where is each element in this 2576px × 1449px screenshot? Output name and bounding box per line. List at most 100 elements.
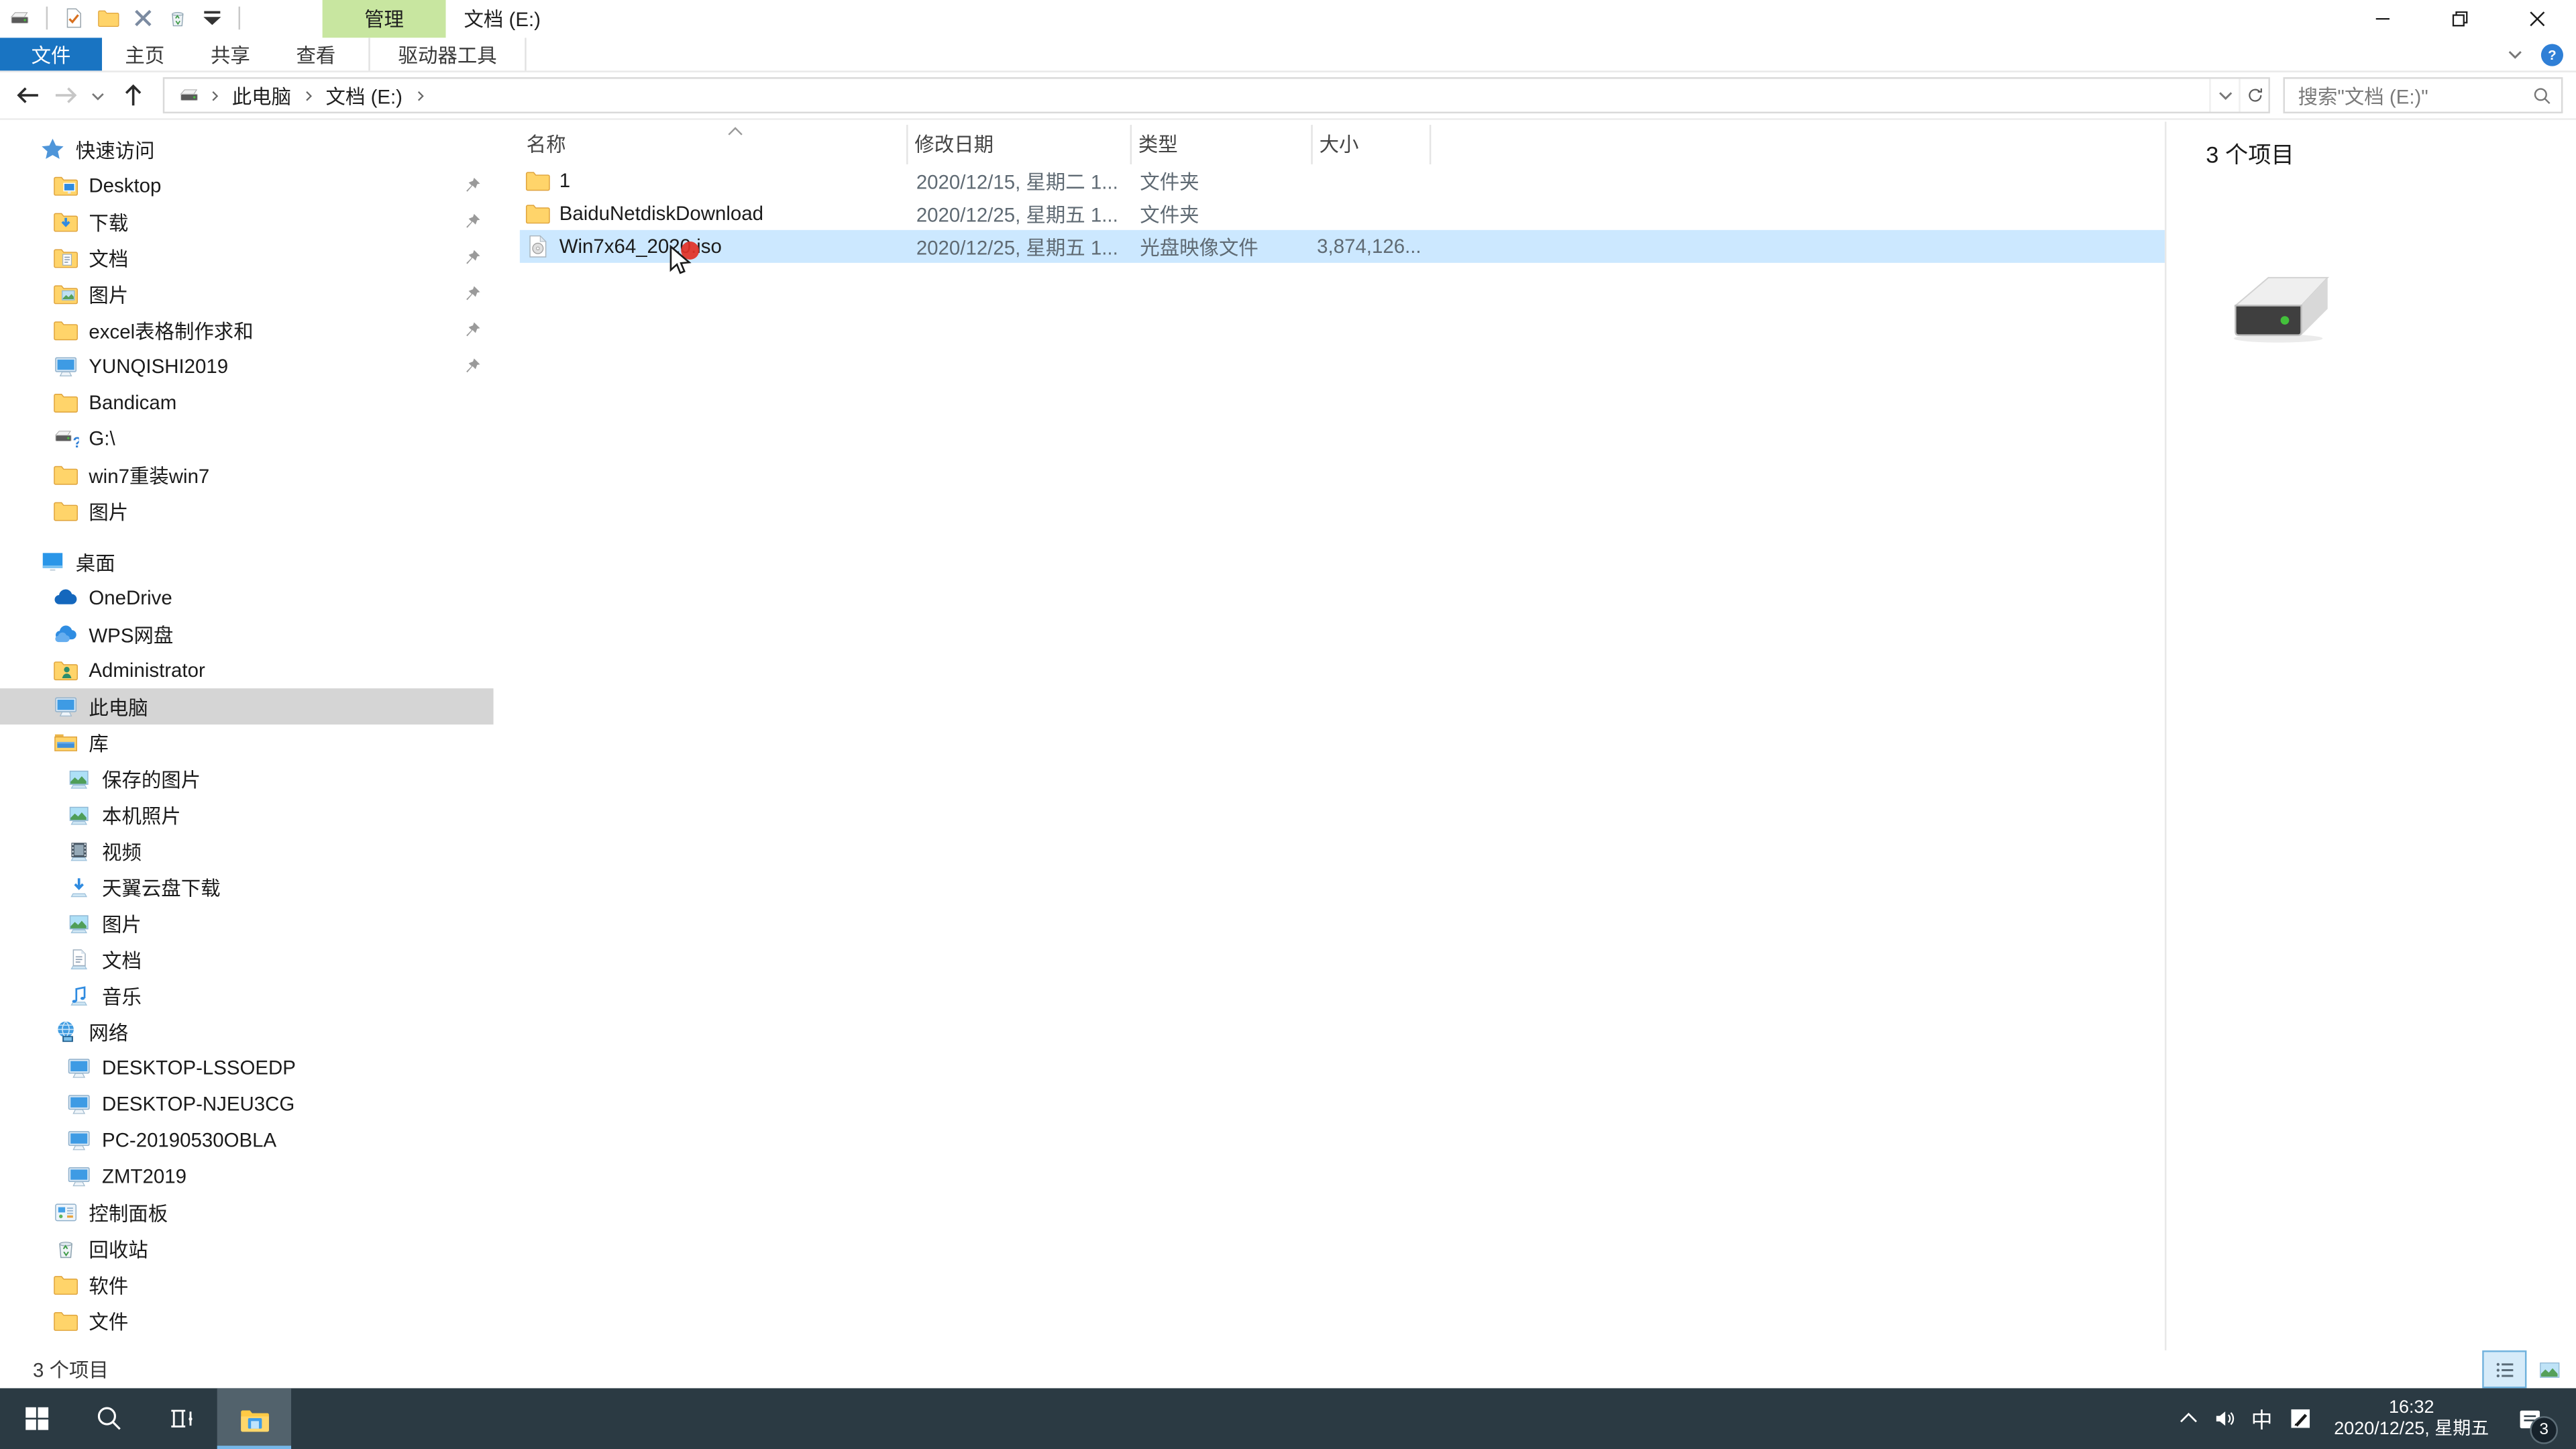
thumbnails-view-button[interactable] bbox=[2528, 1352, 2569, 1387]
volume-button[interactable] bbox=[2206, 1406, 2242, 1431]
column-header-date-modified[interactable]: 修改日期 bbox=[908, 125, 1132, 164]
ribbon-collapse-icon[interactable] bbox=[2506, 44, 2525, 64]
file-row-1[interactable]: 1 2020/12/15, 星期二 1... 文件夹 bbox=[520, 164, 2165, 197]
ime-mode-button[interactable] bbox=[2282, 1406, 2318, 1431]
task-view-button[interactable] bbox=[145, 1388, 217, 1449]
sidebar-item-libraries[interactable]: 库 bbox=[0, 724, 494, 761]
pen-square-icon bbox=[2288, 1406, 2312, 1431]
breadcrumb: 此电脑 文档 (E:) bbox=[206, 79, 429, 112]
taskbar-clock[interactable]: 16:32 2020/12/25, 星期五 bbox=[2326, 1397, 2497, 1440]
tab-drive-tools[interactable]: 驱动器工具 bbox=[368, 38, 527, 71]
sidebar-item-g-drive[interactable]: ? G:\ bbox=[0, 421, 494, 457]
title-bar: 管理 文档 (E:) bbox=[0, 0, 2576, 38]
sidebar-item-desktop-lssoedp[interactable]: DESKTOP-LSSOEDP bbox=[0, 1050, 494, 1086]
sidebar-item-cloud-download[interactable]: 天翼云盘下载 bbox=[0, 869, 494, 906]
search-placeholder: 搜索"文档 (E:)" bbox=[2298, 85, 2428, 108]
tab-share[interactable]: 共享 bbox=[188, 38, 274, 70]
drive-icon[interactable] bbox=[8, 7, 31, 30]
sidebar-item-camera-roll[interactable]: 本机照片 bbox=[0, 797, 494, 833]
chevron-up-icon bbox=[2176, 1406, 2200, 1431]
start-button[interactable] bbox=[0, 1388, 72, 1449]
sidebar-item-files[interactable]: 文件 bbox=[0, 1303, 494, 1339]
new-folder-icon[interactable] bbox=[97, 7, 120, 30]
sidebar-item-pictures-library[interactable]: 图片 bbox=[0, 905, 494, 941]
sidebar-item-music[interactable]: 音乐 bbox=[0, 977, 494, 1014]
sidebar-item-software[interactable]: 软件 bbox=[0, 1267, 494, 1303]
recent-locations-icon[interactable] bbox=[89, 87, 107, 105]
help-button[interactable]: ? bbox=[2540, 42, 2565, 66]
file-row-baidunetdiskdownload[interactable]: BaiduNetdiskDownload 2020/12/25, 星期五 1..… bbox=[520, 197, 2165, 230]
sidebar-item-network[interactable]: 网络 bbox=[0, 1014, 494, 1050]
minimize-button[interactable] bbox=[2344, 0, 2421, 38]
taskbar: 中 16:32 2020/12/25, 星期五 3 bbox=[0, 1388, 2576, 1449]
sidebar-item-wps-cloud[interactable]: WPS网盘 bbox=[0, 616, 494, 652]
address-dropdown-button[interactable] bbox=[2209, 78, 2239, 112]
tab-view[interactable]: 查看 bbox=[273, 38, 359, 70]
sidebar-item-pictures[interactable]: 图片 bbox=[0, 276, 494, 312]
sidebar-item-icon bbox=[52, 621, 78, 647]
close-button[interactable] bbox=[2499, 0, 2576, 38]
customize-quick-access-icon[interactable] bbox=[201, 7, 223, 30]
sidebar-item-icon bbox=[52, 1307, 78, 1334]
sidebar-item-icon bbox=[66, 1163, 92, 1189]
column-header-name[interactable]: 名称 bbox=[520, 125, 908, 164]
file-explorer-taskbar-button[interactable] bbox=[217, 1388, 292, 1449]
ime-indicator[interactable]: 中 bbox=[2242, 1403, 2282, 1434]
sidebar-item-label: ZMT2019 bbox=[102, 1165, 186, 1188]
tab-home[interactable]: 主页 bbox=[102, 38, 188, 70]
tab-file[interactable]: 文件 bbox=[0, 38, 103, 71]
details-view-button[interactable] bbox=[2482, 1350, 2527, 1389]
sidebar-item-administrator[interactable]: Administrator bbox=[0, 652, 494, 688]
sidebar-item-downloads[interactable]: 下载 bbox=[0, 204, 494, 240]
sidebar-item-desktop-njeu3cg[interactable]: DESKTOP-NJEU3CG bbox=[0, 1086, 494, 1122]
sidebar-item-label: YUNQISHI2019 bbox=[89, 354, 229, 378]
column-header-size[interactable]: 大小 bbox=[1313, 125, 1432, 164]
chevron-right-icon[interactable] bbox=[207, 88, 222, 103]
file-icon bbox=[525, 233, 551, 260]
sidebar-item-desktop-root[interactable]: 桌面 bbox=[0, 544, 494, 580]
file-rows: 1 2020/12/15, 星期二 1... 文件夹 BaiduNetdiskD… bbox=[519, 164, 2165, 263]
back-button[interactable] bbox=[13, 80, 43, 110]
chevron-right-icon[interactable] bbox=[413, 88, 427, 103]
sidebar-item-saved-pictures[interactable]: 保存的图片 bbox=[0, 761, 494, 797]
chevron-right-icon[interactable] bbox=[301, 88, 316, 103]
sidebar-item-label: 此电脑 bbox=[89, 696, 148, 719]
sidebar-item-excel-folder[interactable]: excel表格制作求和 bbox=[0, 312, 494, 348]
delete-icon[interactable] bbox=[131, 7, 154, 30]
sidebar-item-documents-library[interactable]: 文档 bbox=[0, 941, 494, 977]
forward-button[interactable] bbox=[51, 80, 80, 110]
sidebar-item-icon bbox=[40, 549, 66, 575]
restore-button[interactable] bbox=[2421, 0, 2498, 38]
sidebar-item-control-panel[interactable]: 控制面板 bbox=[0, 1194, 494, 1230]
recycle-bin-icon[interactable] bbox=[166, 7, 189, 30]
taskbar-search-button[interactable] bbox=[72, 1388, 145, 1449]
sidebar-item-bandicam[interactable]: Bandicam bbox=[0, 384, 494, 421]
separator bbox=[238, 6, 241, 30]
sidebar-item-zmt2019[interactable]: ZMT2019 bbox=[0, 1159, 494, 1195]
sidebar-item-this-pc[interactable]: 此电脑 bbox=[0, 688, 494, 725]
sidebar-item-pc-20190530obla[interactable]: PC-20190530OBLA bbox=[0, 1122, 494, 1159]
properties-icon[interactable] bbox=[62, 7, 85, 30]
sidebar-item-quick-access[interactable]: 快速访问 bbox=[0, 131, 494, 168]
breadcrumb-segment[interactable]: 文档 (E:) bbox=[317, 81, 411, 109]
action-center-button[interactable]: 3 bbox=[2506, 1405, 2559, 1444]
sidebar-item-documents[interactable]: 文档 bbox=[0, 240, 494, 276]
sidebar-item-yunqishi2019[interactable]: YUNQISHI2019 bbox=[0, 348, 494, 384]
address-bar[interactable]: 此电脑 文档 (E:) bbox=[162, 77, 2270, 113]
contextual-tab-manage[interactable]: 管理 bbox=[322, 0, 446, 38]
sidebar-item-win7-folder[interactable]: win7重装win7 bbox=[0, 457, 494, 493]
hidden-icons-button[interactable] bbox=[2169, 1406, 2206, 1431]
breadcrumb-segment[interactable]: 此电脑 bbox=[223, 81, 299, 109]
up-button[interactable] bbox=[119, 80, 148, 110]
column-headers: 名称 修改日期 类型 大小 bbox=[520, 125, 2165, 164]
refresh-button[interactable] bbox=[2239, 78, 2268, 112]
sidebar-item-desktop[interactable]: Desktop bbox=[0, 168, 494, 204]
column-header-type[interactable]: 类型 bbox=[1132, 125, 1313, 164]
search-box[interactable]: 搜索"文档 (E:)" bbox=[2283, 77, 2563, 113]
sidebar-item-recycle-bin[interactable]: 回收站 bbox=[0, 1230, 494, 1267]
sidebar-item-onedrive[interactable]: OneDrive bbox=[0, 580, 494, 616]
sidebar-item-pictures-2[interactable]: 图片 bbox=[0, 493, 494, 529]
sidebar-item-videos[interactable]: 视频 bbox=[0, 833, 494, 869]
sidebar-item-label: Bandicam bbox=[89, 390, 177, 415]
file-row-win7x64-2020-iso[interactable]: Win7x64_2020.iso 2020/12/25, 星期五 1... 光盘… bbox=[519, 229, 2165, 263]
